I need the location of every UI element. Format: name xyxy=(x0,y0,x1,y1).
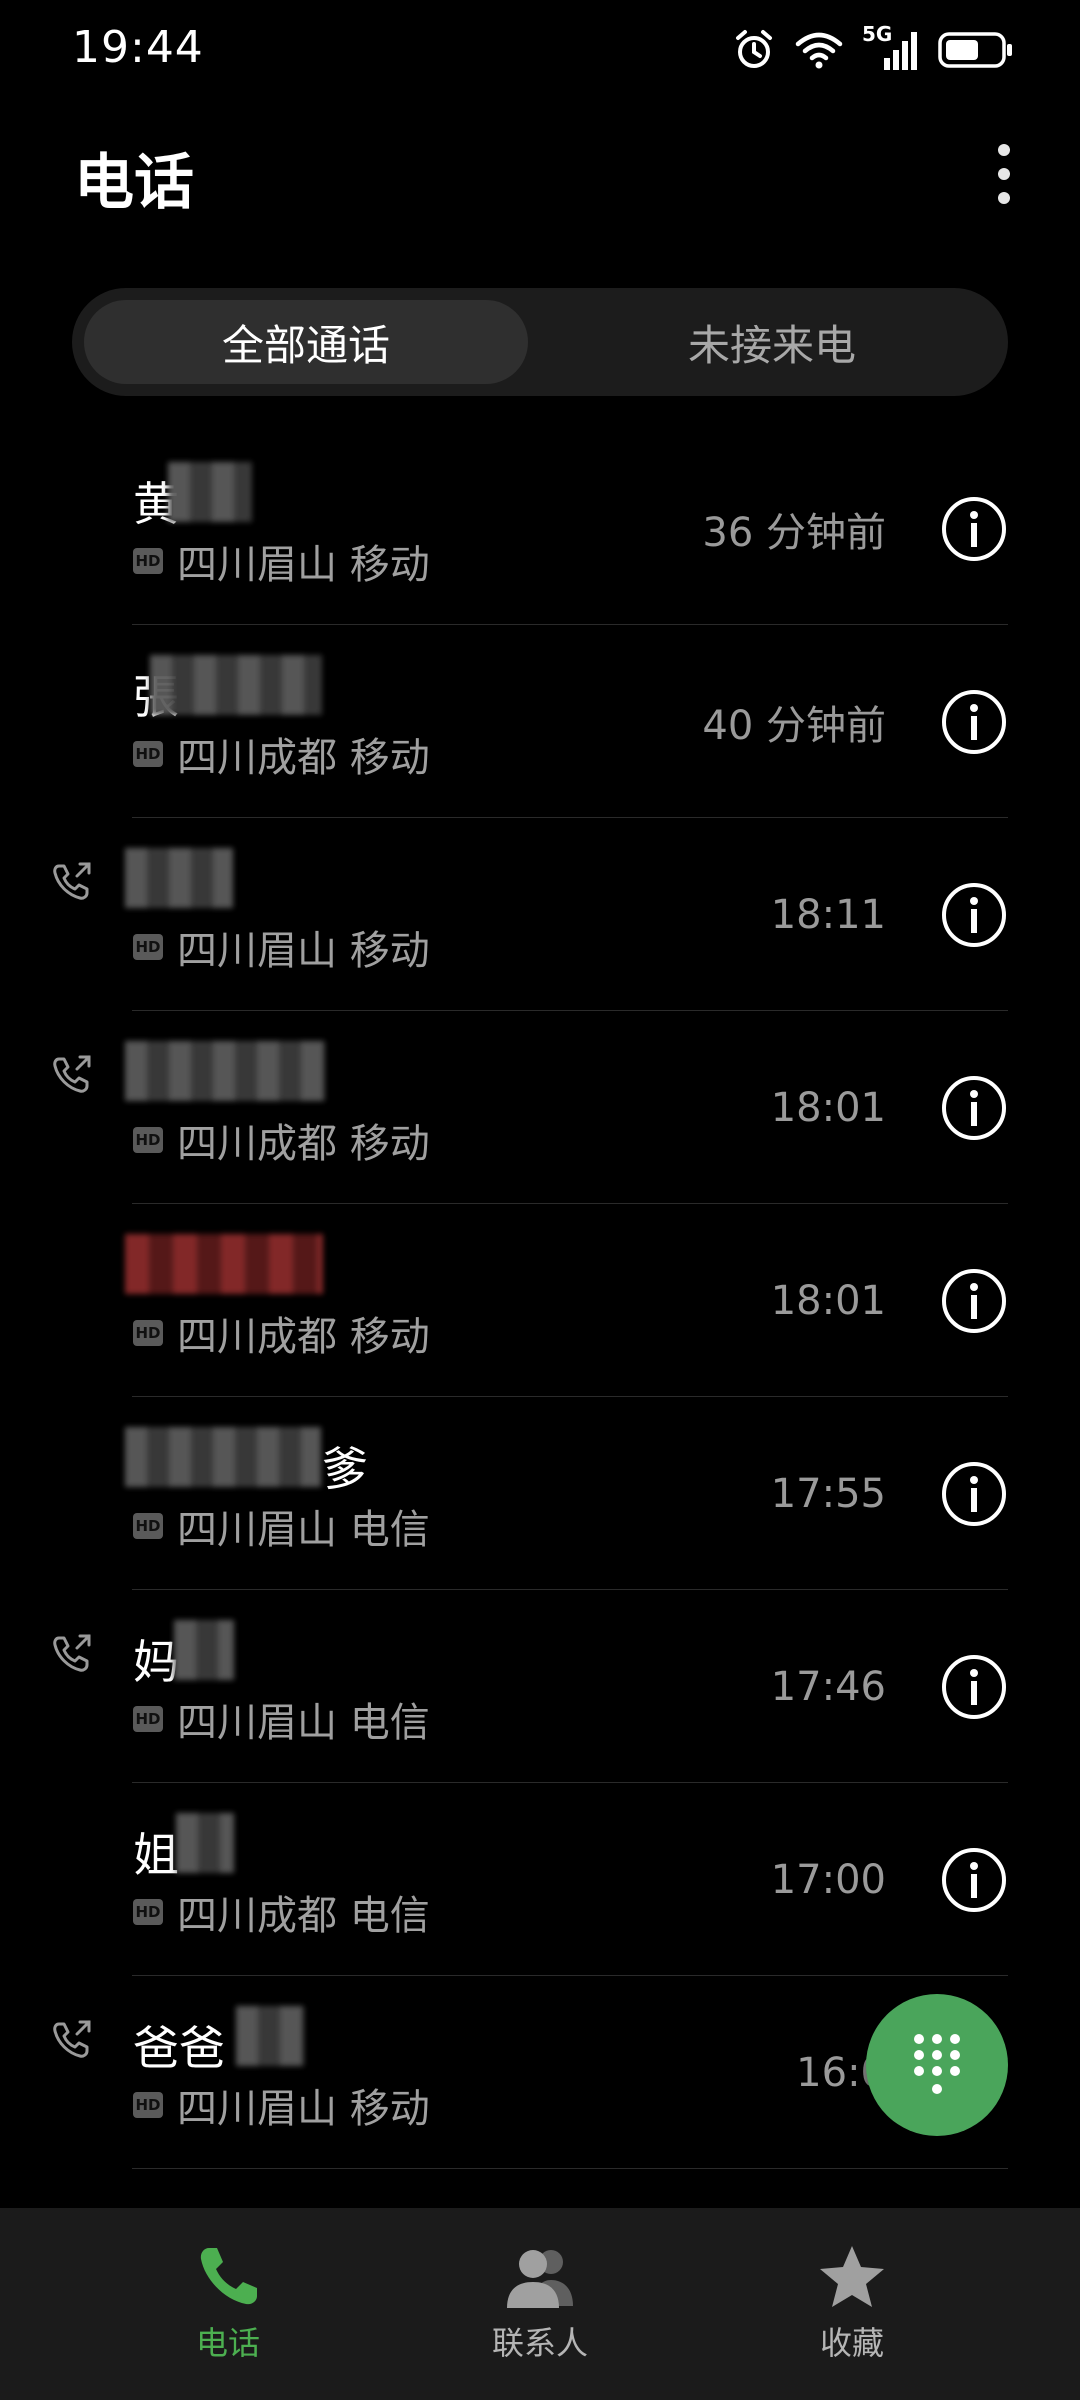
outgoing-call-icon xyxy=(53,1634,91,1672)
call-time: 18:11 xyxy=(770,891,886,938)
hd-badge: HD xyxy=(133,548,163,574)
call-row[interactable]: HD 四川眉山 移动 18:11 xyxy=(0,818,1080,1011)
call-location: 四川眉山 电信 xyxy=(177,1700,430,1746)
call-location: 四川眉山 移动 xyxy=(177,542,430,588)
call-info-button[interactable] xyxy=(940,688,1008,756)
call-subline: HD 四川眉山 电信 xyxy=(133,1694,430,1746)
call-subline: HD 四川眉山 移动 xyxy=(133,2080,430,2132)
redacted-name-mask xyxy=(236,2006,304,2066)
nav-tab-phone[interactable]: 电话 xyxy=(48,2208,408,2400)
outgoing-call-icon xyxy=(53,1055,91,1093)
call-location: 四川眉山 移动 xyxy=(177,928,430,974)
nav-tab-favorites[interactable]: 收藏 xyxy=(672,2208,1032,2400)
status-time: 19:44 xyxy=(72,22,204,73)
more-options-button[interactable] xyxy=(974,136,1034,212)
tab-all-calls[interactable]: 全部通话 xyxy=(84,300,528,384)
hd-badge: HD xyxy=(133,934,163,960)
call-time: 17:00 xyxy=(770,1856,886,1903)
hd-badge: HD xyxy=(133,1320,163,1346)
dialpad-icon xyxy=(914,2034,960,2094)
nav-label-phone: 电话 xyxy=(195,2324,260,2362)
call-row[interactable]: HD 四川成都 移动 18:01 xyxy=(0,1204,1080,1397)
call-subline: HD 四川成都 移动 xyxy=(133,1115,430,1167)
call-subline: HD 四川眉山 移动 xyxy=(133,922,430,974)
caller-name: 妈 xyxy=(133,1635,179,1689)
call-subline: HD 四川成都 电信 xyxy=(133,1887,430,1939)
call-location: 四川成都 电信 xyxy=(177,1893,430,1939)
call-location: 四川成都 移动 xyxy=(177,735,430,781)
redacted-name-mask xyxy=(125,1041,325,1101)
hd-badge: HD xyxy=(133,2092,163,2118)
page-title: 电话 xyxy=(74,148,194,218)
outgoing-call-icon xyxy=(53,2020,91,2058)
signal-icon: 5G xyxy=(862,22,920,72)
tab-missed-calls[interactable]: 未接来电 xyxy=(550,300,994,384)
call-subline: HD 四川成都 移动 xyxy=(133,729,430,781)
call-subline: HD 四川成都 移动 xyxy=(133,1308,430,1360)
redacted-name-mask xyxy=(150,655,322,715)
status-bar: 19:44 5G xyxy=(0,0,1080,100)
nav-label-favorites: 收藏 xyxy=(819,2324,884,2362)
call-info-button[interactable] xyxy=(940,495,1008,563)
dialpad-button[interactable] xyxy=(866,1994,1008,2136)
redacted-name-mask xyxy=(125,1234,323,1294)
call-info-button[interactable] xyxy=(940,1267,1008,1335)
call-info-button[interactable] xyxy=(940,1653,1008,1721)
call-info-button[interactable] xyxy=(940,1460,1008,1528)
call-row[interactable]: 妈 HD 四川眉山 电信 17:46 xyxy=(0,1590,1080,1783)
nav-tab-contacts[interactable]: 联系人 xyxy=(360,2208,720,2400)
caller-name: 姐 xyxy=(133,1828,179,1882)
hd-badge: HD xyxy=(133,741,163,767)
call-filter-tabs: 全部通话 未接来电 xyxy=(72,288,1008,396)
redacted-name-mask xyxy=(174,1620,234,1680)
nav-label-contacts: 联系人 xyxy=(491,2324,588,2362)
call-row[interactable]: 張 HD 四川成都 移动 40 分钟前 xyxy=(0,625,1080,818)
phone-icon xyxy=(200,2248,257,2305)
alarm-icon xyxy=(732,28,776,72)
redacted-name-mask xyxy=(168,462,252,522)
row-divider xyxy=(132,2168,1008,2169)
more-vertical-icon xyxy=(998,144,1010,204)
call-time: 36 分钟前 xyxy=(702,509,886,556)
call-time: 17:46 xyxy=(770,1663,886,1710)
hd-badge: HD xyxy=(133,1127,163,1153)
hd-badge: HD xyxy=(133,1899,163,1925)
status-icons: 5G xyxy=(732,22,1014,74)
call-location: 四川眉山 电信 xyxy=(177,1507,430,1553)
call-location: 四川眉山 移动 xyxy=(177,2086,430,2132)
call-row[interactable]: 爹 HD 四川眉山 电信 17:55 xyxy=(0,1397,1080,1590)
call-row[interactable]: 姐 HD 四川成都 电信 17:00 xyxy=(0,1783,1080,1976)
call-info-button[interactable] xyxy=(940,1846,1008,1914)
call-subline: HD 四川眉山 移动 xyxy=(133,536,430,588)
outgoing-call-icon xyxy=(53,862,91,900)
call-info-button[interactable] xyxy=(940,1074,1008,1142)
call-info-button[interactable] xyxy=(940,881,1008,949)
call-time: 18:01 xyxy=(770,1084,886,1131)
star-icon xyxy=(820,2246,884,2307)
hd-badge: HD xyxy=(133,1513,163,1539)
call-location: 四川成都 移动 xyxy=(177,1314,430,1360)
call-time: 17:55 xyxy=(770,1470,886,1517)
caller-name: 爹 xyxy=(322,1442,368,1496)
redacted-name-mask xyxy=(125,848,233,908)
call-row[interactable]: HD 四川成都 移动 18:01 xyxy=(0,1011,1080,1204)
call-subline: HD 四川眉山 电信 xyxy=(133,1501,430,1553)
wifi-icon xyxy=(794,30,844,70)
battery-icon xyxy=(938,30,1014,70)
caller-name: 爸爸 xyxy=(133,2021,225,2075)
phone-app-screen: 19:44 5G 电话 全部通话 未接来电 黄 HD 四川眉山 移动 36 分钟… xyxy=(0,0,1080,2400)
call-time: 18:01 xyxy=(770,1277,886,1324)
redacted-name-mask xyxy=(176,1813,234,1873)
call-log-list: 黄 HD 四川眉山 移动 36 分钟前 張 HD 四川成都 移动 40 分钟前 xyxy=(0,432,1080,2169)
redacted-name-mask xyxy=(125,1427,321,1487)
call-row[interactable]: 黄 HD 四川眉山 移动 36 分钟前 xyxy=(0,432,1080,625)
call-time: 40 分钟前 xyxy=(702,702,886,749)
call-location: 四川成都 移动 xyxy=(177,1121,430,1167)
bottom-navigation: 电话 联系人 收藏 xyxy=(0,2208,1080,2400)
network-label: 5G xyxy=(862,22,893,46)
contacts-icon xyxy=(507,2250,573,2308)
hd-badge: HD xyxy=(133,1706,163,1732)
